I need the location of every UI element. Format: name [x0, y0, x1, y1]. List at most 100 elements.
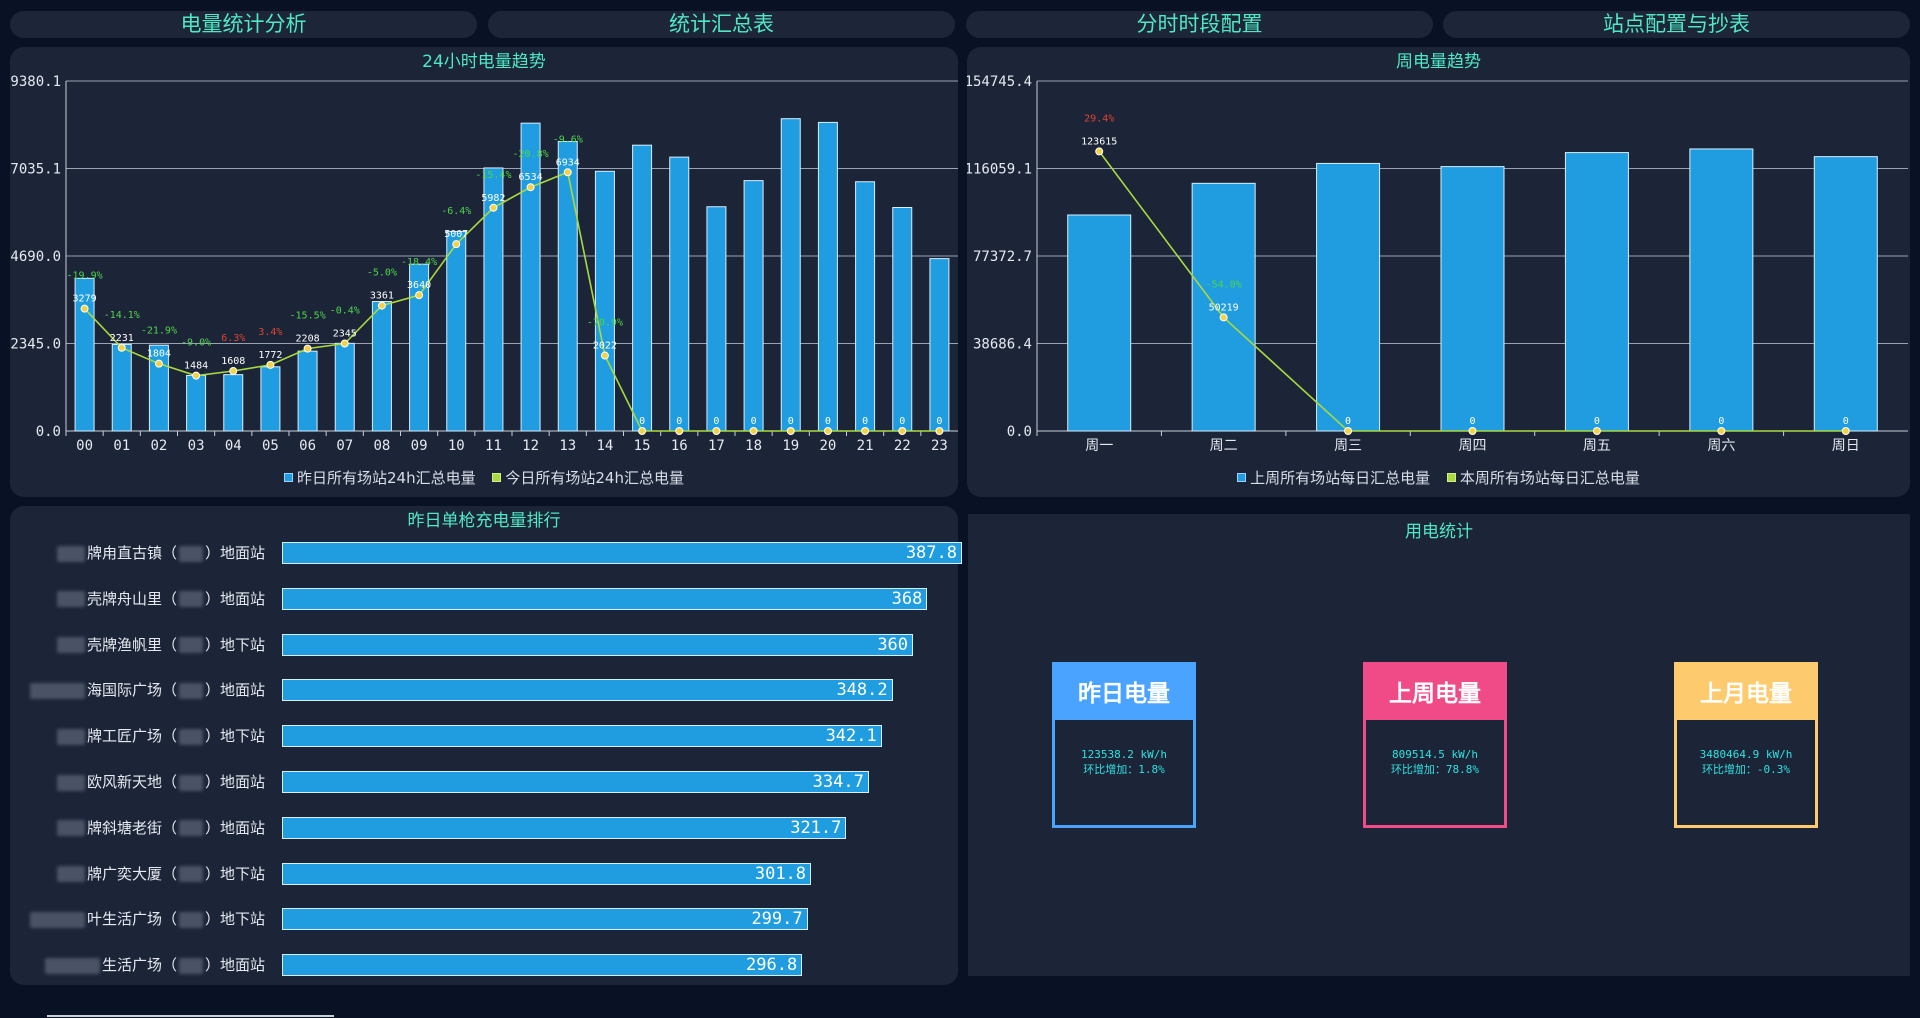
- station-name: 牌广奕大厦: [86, 864, 162, 883]
- station-name-label: 牌甪直古镇（ ）地面站: [55, 542, 265, 564]
- ranking-row[interactable]: 欧风新天地（ ）地面站 334.7: [10, 771, 958, 793]
- ranking-row[interactable]: 壳牌舟山里（ ）地面站 368: [10, 587, 958, 610]
- station-type: ）地面站: [204, 589, 265, 608]
- line-point: [1468, 427, 1477, 435]
- ranking-bar: 342.1: [282, 725, 882, 748]
- paren: （: [161, 681, 177, 700]
- ranking-row[interactable]: 海国际广场（ ）地面站 348.2: [10, 679, 958, 702]
- point-value-label: 1804: [147, 349, 171, 360]
- point-value-label: 0: [1345, 416, 1351, 427]
- redacted-text: [56, 637, 85, 654]
- legend-item-this-week[interactable]: 本周所有场站每日汇总电量: [1446, 467, 1640, 488]
- redacted-text: [56, 774, 85, 791]
- station-name-label: 牌斜塘老街（ ）地面站: [55, 817, 265, 839]
- point-value-label: 2022: [593, 341, 617, 352]
- line-point: [489, 203, 498, 212]
- line-point: [415, 291, 424, 300]
- bar: [706, 206, 727, 432]
- redacted-text: [56, 866, 85, 883]
- horizontal-scrollbar[interactable]: [47, 1015, 334, 1017]
- tab-station-config[interactable]: 站点配置与抄表: [1443, 11, 1910, 38]
- legend-item-yesterday[interactable]: 昨日所有场站24h汇总电量: [284, 467, 476, 488]
- point-value-label: 1484: [184, 361, 208, 372]
- weekly-chart-panel: 周电量趋势 0.0 38686.4 77372.7 116059.1 154745.4 周…: [967, 47, 1910, 497]
- line-point: [749, 427, 758, 435]
- tab-power-analysis[interactable]: 电量统计分析: [10, 11, 477, 38]
- x-tick-label: 19: [782, 438, 799, 452]
- line-point: [1841, 427, 1850, 435]
- station-type: ）地下站: [204, 635, 265, 654]
- line-point: [935, 427, 944, 435]
- bar: [855, 181, 876, 432]
- x-tick-label: 10: [448, 438, 465, 452]
- legend-swatch: [492, 473, 502, 482]
- x-tick-label: 02: [150, 438, 167, 452]
- point-value-label: 0: [676, 416, 682, 427]
- redacted-text: [178, 866, 203, 883]
- bar: [743, 180, 764, 432]
- hourly-legend: 昨日所有场站24h汇总电量 今日所有场站24h汇总电量: [10, 467, 958, 488]
- station-type: ）地面站: [204, 818, 265, 837]
- pct-change-label: -9.0%: [181, 338, 211, 349]
- redacted-text: [178, 637, 203, 654]
- ranking-value: 299.7: [751, 909, 803, 930]
- line-point: [898, 427, 907, 435]
- x-tick-label: 周六: [1707, 438, 1735, 452]
- x-tick-label: 01: [113, 438, 130, 452]
- line-point: [638, 427, 647, 435]
- station-name-label: 海国际广场（ ）地面站: [28, 679, 265, 701]
- tab-summary-table[interactable]: 统计汇总表: [488, 11, 955, 38]
- redacted-text: [56, 820, 85, 837]
- ranking-row[interactable]: 生活广场（ ）地面站 296.8: [10, 954, 958, 977]
- point-value-label: 0: [713, 416, 719, 427]
- x-tick-label: 00: [76, 438, 93, 452]
- ranking-bar: 387.8: [282, 542, 962, 564]
- x-tick-label: 18: [745, 438, 762, 452]
- point-value-label: 6534: [519, 172, 543, 183]
- line-point: [377, 301, 386, 310]
- station-name: 牌工匠广场: [86, 727, 162, 746]
- pct-change-label: -9.6%: [553, 134, 583, 145]
- point-value-label: 2208: [296, 334, 320, 345]
- ranking-row[interactable]: 叶生活广场（ ）地下站 299.7: [10, 908, 958, 931]
- usage-amount: 3480464.9 kW/h: [1699, 748, 1793, 761]
- station-name: 生活广场: [101, 956, 162, 975]
- ranking-row[interactable]: 牌工匠广场（ ）地下站 342.1: [10, 725, 958, 748]
- x-tick-label: 周三: [1334, 438, 1362, 452]
- usage-amount: 123538.2 kW/h: [1080, 748, 1168, 761]
- redacted-text: [178, 545, 203, 562]
- paren: （: [161, 589, 177, 608]
- point-value-label: 0: [788, 416, 794, 427]
- x-tick-label: 周四: [1459, 438, 1487, 452]
- line-point: [675, 427, 684, 435]
- y-tick-label: 4690.0: [10, 249, 61, 265]
- legend-item-last-week[interactable]: 上周所有场站每日汇总电量: [1237, 467, 1430, 488]
- pct-change-label: -19.9%: [67, 271, 103, 282]
- ranking-row[interactable]: 牌广奕大厦（ ）地下站 301.8: [10, 862, 958, 885]
- redacted-text: [178, 774, 203, 791]
- line-point: [303, 344, 312, 353]
- usage-card-body: 3480464.9 kW/h 环比增加：-0.3%: [1677, 717, 1815, 777]
- bar: [297, 350, 318, 432]
- x-tick-label: 周五: [1583, 438, 1611, 452]
- ranking-bar: 360: [282, 633, 914, 656]
- point-value-label: 50219: [1209, 302, 1239, 313]
- station-name: 海国际广场: [86, 681, 162, 700]
- station-type: ）地面站: [204, 956, 265, 975]
- line-point: [526, 183, 535, 192]
- bar: [929, 258, 950, 432]
- ranking-row[interactable]: 牌斜塘老街（ ）地面站 321.7: [10, 816, 958, 839]
- paren: （: [161, 956, 177, 975]
- paren: （: [161, 773, 177, 791]
- ranking-row[interactable]: 牌甪直古镇（ ）地面站 387.8: [10, 542, 962, 564]
- ranking-row[interactable]: 壳牌渔帆里（ ）地下站 360: [10, 633, 958, 656]
- station-name: 壳牌舟山里: [86, 589, 162, 608]
- station-type: ）地面站: [204, 681, 265, 700]
- redacted-text: [178, 820, 203, 837]
- tab-time-period-config[interactable]: 分时时段配置: [966, 11, 1433, 38]
- redacted-text: [56, 728, 85, 745]
- legend-item-today[interactable]: 今日所有场站24h汇总电量: [492, 467, 684, 488]
- usage-title: 用电统计: [1405, 522, 1473, 542]
- point-value-label: 2345: [333, 329, 357, 340]
- x-tick-label: 周一: [1085, 438, 1113, 452]
